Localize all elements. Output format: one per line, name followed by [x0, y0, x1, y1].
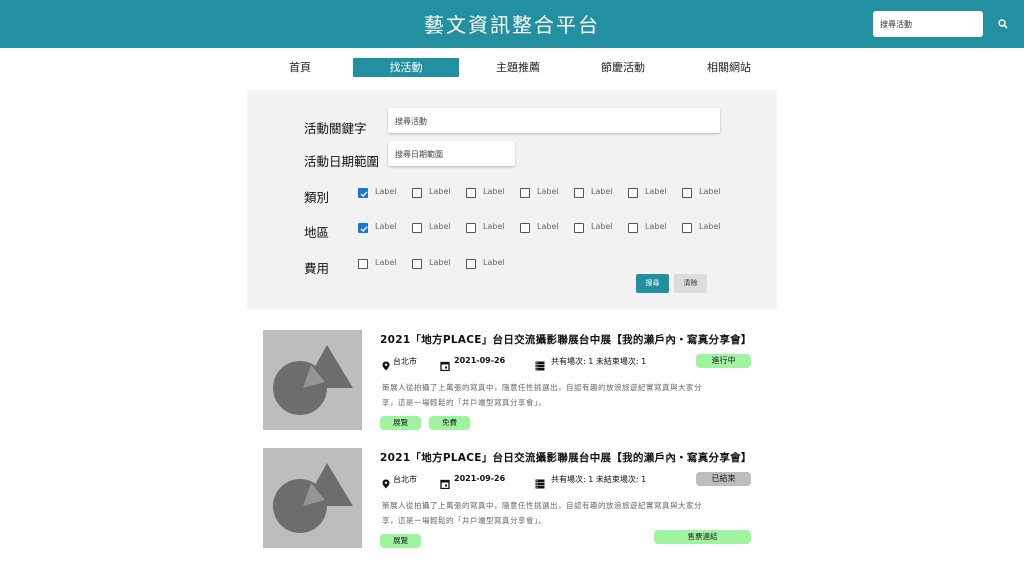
filter-panel: 活動關鍵字 搜尋活動 活動日期範圍 搜尋日期範圍 類別 地區 費用 Label L… [247, 90, 777, 309]
event-image-placeholder[interactable] [263, 448, 362, 548]
category-checkbox[interactable] [412, 188, 422, 198]
storage-icon [535, 356, 545, 371]
tag-chip[interactable]: 展覽 [380, 416, 421, 430]
event-sessions: 共有場次: 1 未結束場次: 1 [551, 357, 647, 366]
fee-checkbox-label: Label [483, 258, 505, 267]
event-location: 台北市 [393, 475, 417, 484]
region-checkbox-label: Label [699, 222, 721, 231]
region-label: 地區 [304, 225, 330, 240]
category-checkbox-label: Label [645, 187, 667, 196]
region-checkbox[interactable] [358, 223, 368, 233]
nav-themes[interactable]: 主題推薦 [465, 58, 571, 77]
category-checkbox[interactable] [682, 188, 692, 198]
region-checkbox-label: Label [375, 222, 397, 231]
event-title[interactable]: 2021「地方PLACE」台日交流攝影聯展台中展【我的瀨戶內・寫真分享會】 [380, 450, 752, 465]
region-checkbox-label: Label [429, 222, 451, 231]
status-badge: 已結束 [696, 472, 751, 486]
header-search-input[interactable]: 搜尋活動 [873, 11, 983, 37]
region-checkbox-label: Label [591, 222, 613, 231]
nav-home[interactable]: 首頁 [247, 58, 353, 77]
search-button[interactable]: 搜尋 [636, 274, 669, 293]
category-checkbox[interactable] [520, 188, 530, 198]
clear-button[interactable]: 清除 [674, 274, 707, 293]
nav-festivals[interactable]: 節慶活動 [570, 58, 676, 77]
tag-chip[interactable]: 免費 [429, 416, 470, 430]
event-image-placeholder[interactable] [263, 330, 362, 430]
status-badge: 進行中 [696, 354, 751, 368]
region-checkbox[interactable] [628, 223, 638, 233]
fee-checkbox-label: Label [429, 258, 451, 267]
event-sessions: 共有場次: 1 未結束場次: 1 [551, 475, 647, 484]
site-title: 藝文資訊整合平台 [424, 13, 600, 37]
region-checkbox-label: Label [537, 222, 559, 231]
event-description-line: 策展人從拍攝了上萬張的寫真中，隨意任性挑選出，自認有趣的放浪旅遊紀實寫真與大家分 [382, 501, 702, 510]
region-checkbox[interactable] [520, 223, 530, 233]
event-title[interactable]: 2021「地方PLACE」台日交流攝影聯展台中展【我的瀨戶內・寫真分享會】 [380, 332, 752, 347]
region-checkbox[interactable] [466, 223, 476, 233]
region-checkbox[interactable] [412, 223, 422, 233]
top-app-bar: 藝文資訊整合平台 搜尋活動 [0, 0, 1024, 48]
calendar-icon [440, 474, 450, 490]
category-checkbox-label: Label [591, 187, 613, 196]
date-range-input[interactable]: 搜尋日期範圍 [388, 141, 515, 166]
keyword-input[interactable]: 搜尋活動 [388, 108, 720, 133]
category-checkbox[interactable] [628, 188, 638, 198]
event-location: 台北市 [393, 357, 417, 366]
region-checkbox[interactable] [682, 223, 692, 233]
category-checkbox[interactable] [466, 188, 476, 198]
event-description-line: 策展人從拍攝了上萬張的寫真中，隨意任性挑選出，自認有趣的放浪旅遊紀實寫真與大家分 [382, 383, 702, 392]
fee-checkbox[interactable] [466, 259, 476, 269]
location-icon [381, 474, 391, 489]
category-label: 類別 [304, 190, 330, 205]
region-checkbox-label: Label [483, 222, 505, 231]
category-checkbox-label: Label [375, 187, 397, 196]
fee-checkbox-label: Label [375, 258, 397, 267]
date-range-label: 活動日期範圍 [304, 154, 380, 169]
category-checkbox-label: Label [483, 187, 505, 196]
calendar-icon [440, 356, 450, 372]
event-description-line: 享，這是一場輕鬆的「井戶端型寫真分享會」。 [382, 516, 547, 525]
nav-related-sites[interactable]: 相關網站 [676, 58, 782, 77]
fee-checkbox[interactable] [412, 259, 422, 269]
fee-label: 費用 [304, 261, 330, 276]
category-checkbox[interactable] [358, 188, 368, 198]
search-icon[interactable] [993, 14, 1013, 34]
ticket-link-button[interactable]: 售票連結 [654, 530, 751, 544]
storage-icon [535, 474, 545, 489]
event-date: 2021-09-26 [454, 474, 506, 483]
category-checkbox[interactable] [574, 188, 584, 198]
category-checkbox-label: Label [429, 187, 451, 196]
keyword-label: 活動關鍵字 [304, 121, 367, 136]
event-description-line: 享，這是一場輕鬆的「井戶端型寫真分享會」。 [382, 398, 547, 407]
event-date: 2021-09-26 [454, 356, 506, 365]
region-checkbox-label: Label [645, 222, 667, 231]
category-checkbox-label: Label [699, 187, 721, 196]
location-icon [381, 356, 391, 371]
tag-chip[interactable]: 展覽 [380, 534, 421, 548]
region-checkbox[interactable] [574, 223, 584, 233]
category-checkbox-label: Label [537, 187, 559, 196]
fee-checkbox[interactable] [358, 259, 368, 269]
nav-find-events[interactable]: 找活動 [353, 58, 459, 77]
